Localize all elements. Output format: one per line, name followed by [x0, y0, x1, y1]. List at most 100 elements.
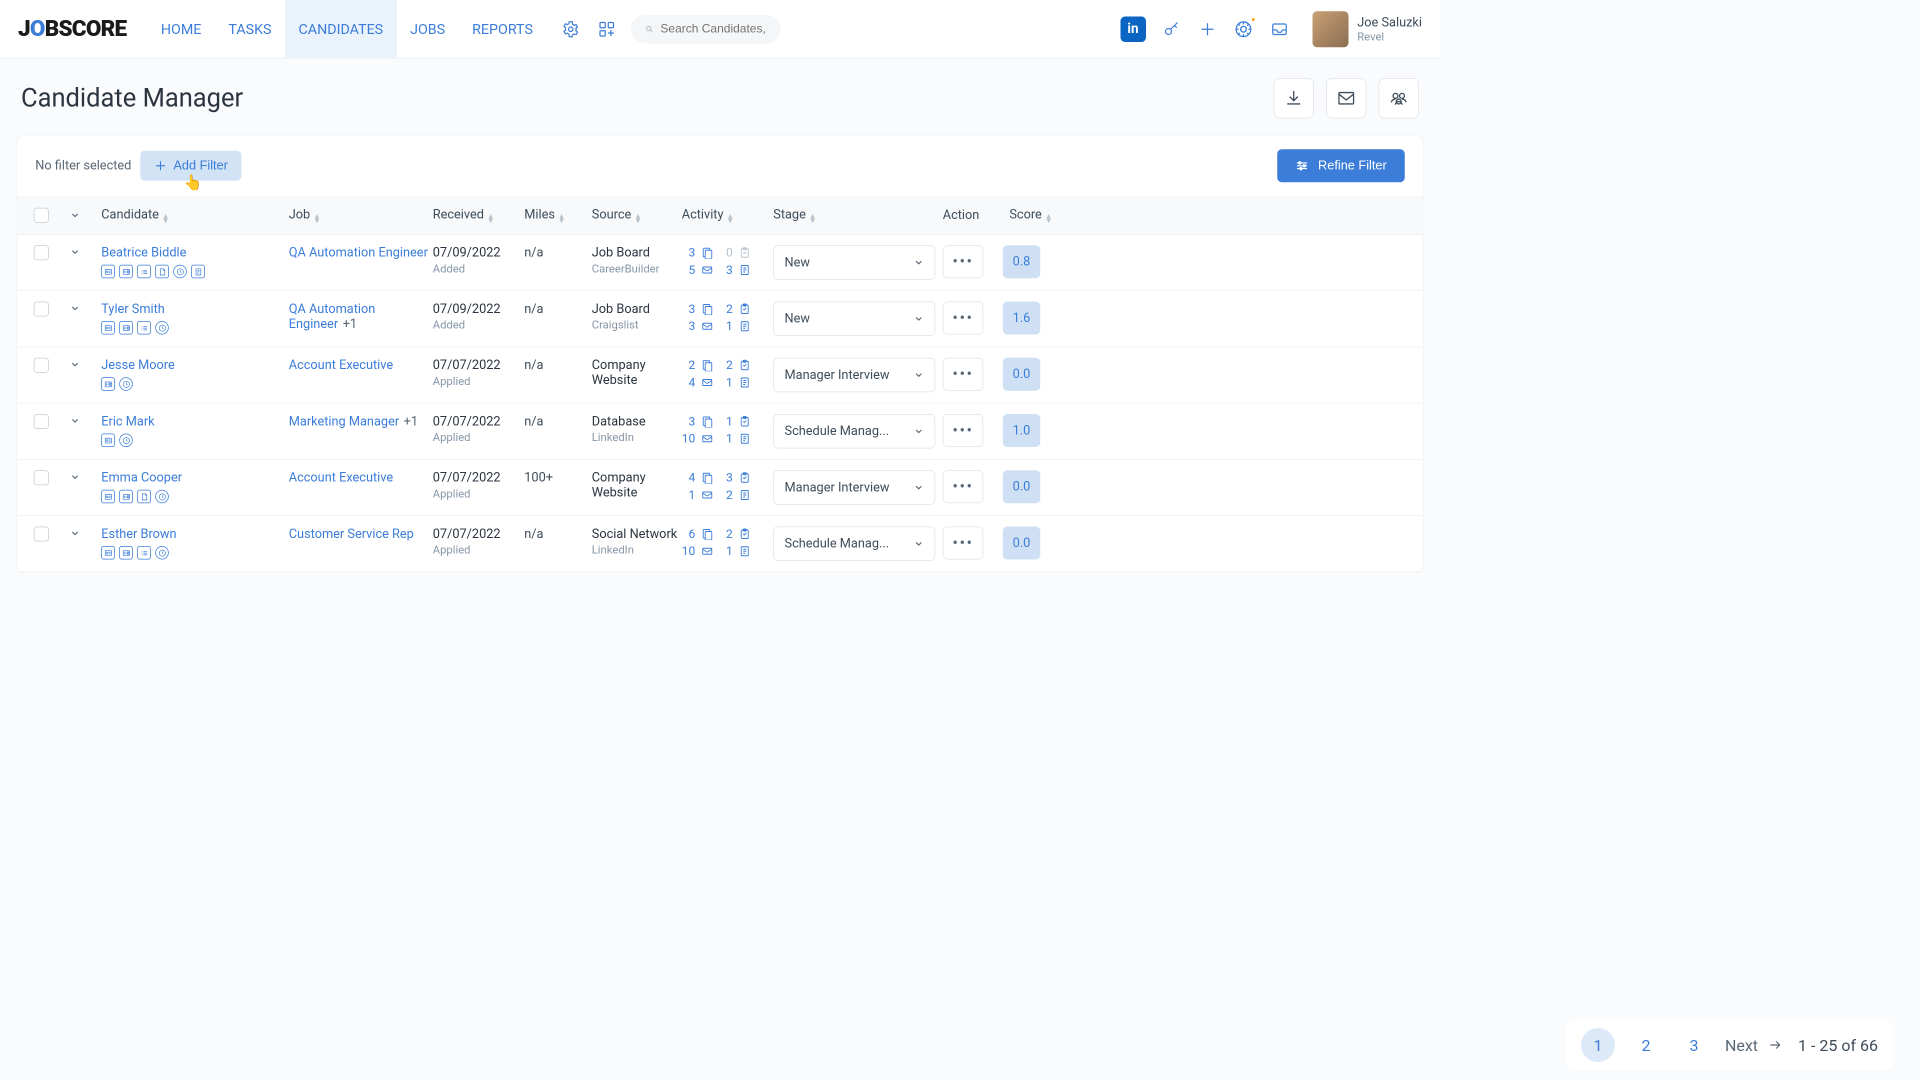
activity-count[interactable]: 2 [719, 488, 733, 502]
candidate-link[interactable]: Tyler Smith [101, 302, 165, 317]
score-badge[interactable]: 0.0 [1003, 470, 1041, 503]
col-job[interactable]: Job [289, 207, 433, 224]
activity-icon[interactable] [737, 246, 752, 258]
activity-icon[interactable] [700, 376, 715, 388]
clock-icon[interactable] [119, 434, 133, 448]
activity-count[interactable]: 1 [719, 414, 733, 428]
stage-select[interactable]: Manager Interview [773, 358, 935, 393]
id-icon[interactable] [119, 265, 133, 279]
activity-count[interactable]: 1 [682, 488, 696, 502]
activity-count[interactable]: 10 [682, 544, 696, 558]
id-icon[interactable] [119, 546, 133, 560]
col-stage[interactable]: Stage [773, 207, 943, 224]
user-menu[interactable]: Joe Saluzki Revel [1312, 11, 1422, 47]
candidate-link[interactable]: Esther Brown [101, 527, 176, 542]
activity-icon[interactable] [700, 264, 715, 276]
activity-count[interactable]: 3 [719, 470, 733, 484]
candidate-link[interactable]: Jesse Moore [101, 358, 175, 373]
card-icon[interactable] [101, 434, 115, 448]
activity-icon[interactable] [737, 359, 752, 371]
card-icon[interactable] [101, 490, 115, 504]
download-button[interactable] [1274, 78, 1315, 119]
score-badge[interactable]: 0.0 [1003, 527, 1041, 560]
job-link[interactable]: QA Automation Engineer [289, 245, 428, 260]
score-badge[interactable]: 1.0 [1003, 414, 1041, 447]
nav-jobs[interactable]: JOBS [397, 0, 459, 59]
activity-icon[interactable] [737, 528, 752, 540]
candidate-link[interactable]: Eric Mark [101, 414, 154, 429]
expand-row[interactable] [68, 245, 82, 259]
row-checkbox[interactable] [34, 414, 49, 429]
activity-icon[interactable] [737, 545, 752, 557]
activity-icon[interactable] [700, 489, 715, 501]
activity-count[interactable]: 1 [719, 375, 733, 389]
apps-icon[interactable] [596, 18, 617, 39]
row-actions-button[interactable]: ••• [943, 414, 984, 447]
activity-count[interactable]: 3 [682, 302, 696, 316]
score-badge[interactable]: 0.0 [1003, 358, 1041, 391]
gear-icon[interactable] [560, 18, 581, 39]
activity-count[interactable]: 4 [682, 470, 696, 484]
page-1[interactable]: 1 [1581, 1028, 1615, 1062]
activity-count[interactable]: 3 [682, 319, 696, 333]
activity-count[interactable]: 3 [682, 414, 696, 428]
share-button[interactable] [1379, 78, 1420, 119]
activity-icon[interactable] [737, 432, 752, 444]
candidate-link[interactable]: Emma Cooper [101, 470, 182, 485]
help-icon[interactable] [1233, 18, 1254, 39]
activity-icon[interactable] [737, 376, 752, 388]
job-link[interactable]: Account Executive [289, 470, 393, 485]
activity-count[interactable]: 2 [719, 358, 733, 372]
activity-icon[interactable] [700, 359, 715, 371]
col-received[interactable]: Received [433, 207, 525, 224]
col-candidate[interactable]: Candidate [101, 207, 289, 224]
key-icon[interactable] [1161, 18, 1182, 39]
stage-select[interactable]: Schedule Manag... [773, 414, 935, 449]
clock-icon[interactable] [173, 265, 187, 279]
job-link[interactable]: QA Automation Engineer [289, 302, 376, 332]
list-icon[interactable] [137, 546, 151, 560]
row-actions-button[interactable]: ••• [943, 527, 984, 560]
search-input[interactable] [660, 22, 765, 36]
row-checkbox[interactable] [34, 358, 49, 373]
clock-icon[interactable] [155, 546, 169, 560]
row-actions-button[interactable]: ••• [943, 245, 984, 278]
row-actions-button[interactable]: ••• [943, 302, 984, 335]
stage-select[interactable]: New [773, 245, 935, 280]
page-2[interactable]: 2 [1629, 1028, 1663, 1062]
activity-icon[interactable] [737, 415, 752, 427]
activity-count[interactable]: 0 [719, 245, 733, 259]
activity-count[interactable]: 1 [719, 544, 733, 558]
job-link[interactable]: Account Executive [289, 358, 393, 373]
inbox-icon[interactable] [1269, 18, 1290, 39]
activity-count[interactable]: 2 [682, 358, 696, 372]
activity-icon[interactable] [700, 303, 715, 315]
page-3[interactable]: 3 [1677, 1028, 1711, 1062]
email-button[interactable] [1326, 78, 1367, 119]
search-box[interactable] [630, 15, 780, 44]
id-icon[interactable] [119, 321, 133, 335]
row-actions-button[interactable]: ••• [943, 358, 984, 391]
clock-icon[interactable] [155, 490, 169, 504]
col-source[interactable]: Source [592, 207, 682, 224]
add-filter-button[interactable]: Add Filter 👆 [140, 151, 241, 181]
nav-reports[interactable]: REPORTS [459, 0, 547, 59]
logo[interactable]: JOBSCORE [18, 16, 126, 42]
list-icon[interactable] [137, 265, 151, 279]
linkedin-icon[interactable]: in [1120, 16, 1146, 42]
activity-icon[interactable] [700, 432, 715, 444]
card-icon[interactable] [101, 546, 115, 560]
col-activity[interactable]: Activity [682, 207, 774, 224]
file-icon[interactable] [155, 265, 169, 279]
select-all-checkbox[interactable] [34, 208, 49, 223]
nav-candidates[interactable]: CANDIDATES [285, 0, 397, 59]
nav-tasks[interactable]: TASKS [215, 0, 285, 59]
row-actions-button[interactable]: ••• [943, 470, 984, 503]
row-checkbox[interactable] [34, 470, 49, 485]
list-icon[interactable] [137, 321, 151, 335]
id-icon[interactable] [101, 377, 115, 391]
row-checkbox[interactable] [34, 245, 49, 260]
stage-select[interactable]: Schedule Manag... [773, 527, 935, 562]
expand-row[interactable] [68, 358, 82, 372]
activity-count[interactable]: 2 [719, 527, 733, 541]
